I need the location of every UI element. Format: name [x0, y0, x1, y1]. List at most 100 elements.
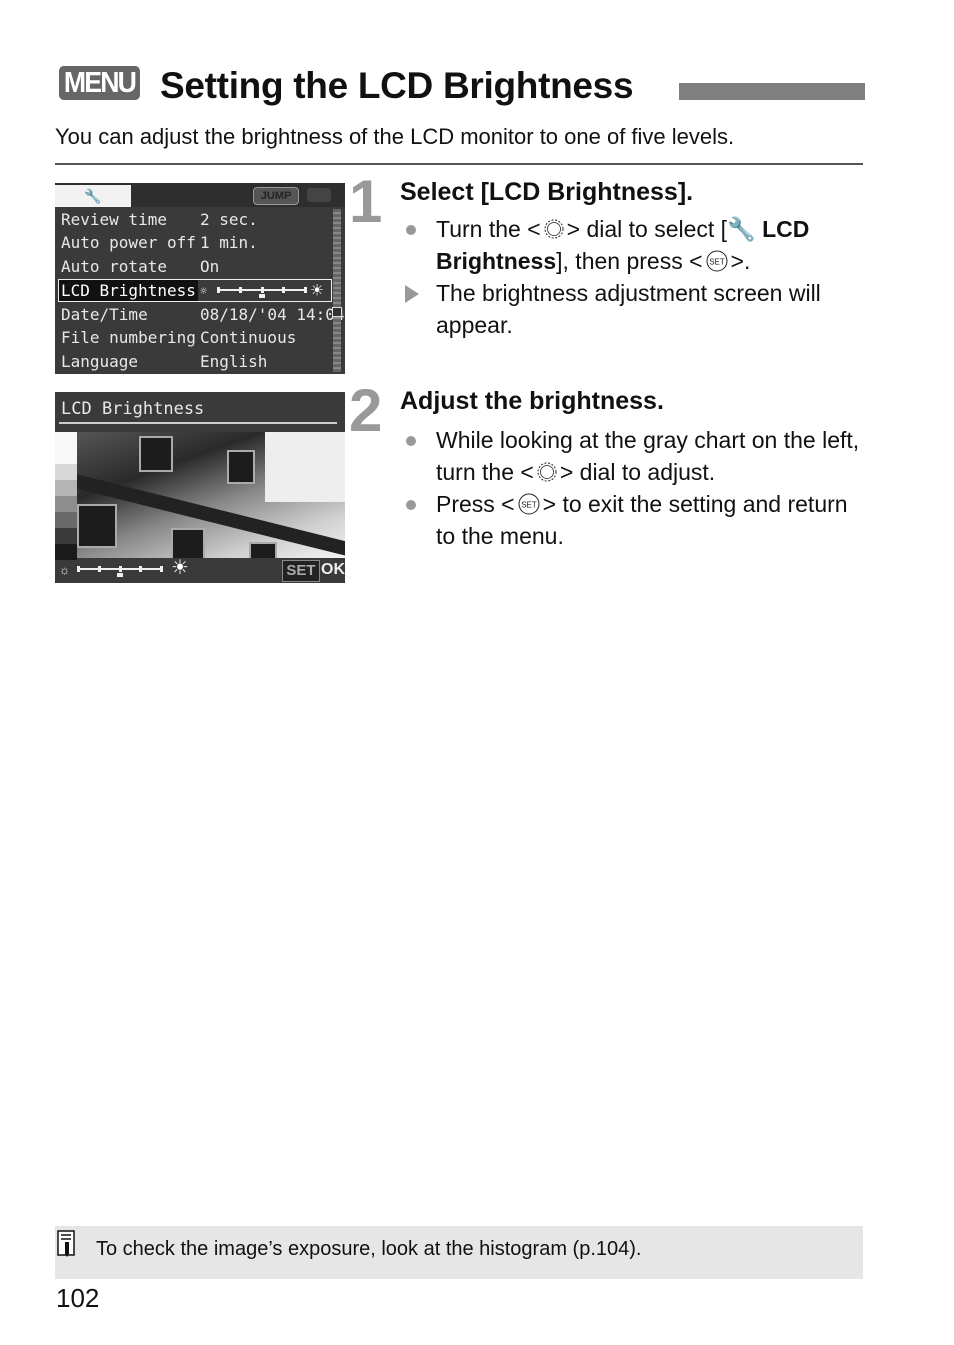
svg-text:SET: SET [709, 258, 725, 267]
menu-row-label: LCD Brightness [59, 280, 198, 301]
title-row: MENU Setting the LCD Brightness [57, 64, 865, 108]
menu-scrollbar [333, 209, 341, 372]
slider-level-marker [259, 294, 265, 298]
gray-chart-band [55, 544, 77, 560]
note-text: To check the image’s exposure, look at t… [96, 1238, 642, 1260]
menu-row-label: Auto rotate [61, 257, 167, 276]
slider-tick [97, 566, 101, 572]
menu-row-label: Review time [61, 210, 167, 229]
slider-tick [304, 287, 307, 293]
lcd-screen-title: LCD Brightness [61, 399, 205, 419]
bullet-text: > dial to select [ [566, 216, 728, 242]
bullet-text: > dial to adjust. [559, 459, 716, 485]
lcd-menu-screenshot: 🔧 JUMP Review time 2 sec. Auto power off… [55, 183, 345, 374]
gray-chart-band [55, 432, 77, 448]
menu-row: File numbering Continuous [59, 326, 331, 349]
photo-window [139, 436, 173, 472]
svg-text:SET: SET [521, 501, 537, 510]
bullet-item: The brightness adjustment screen will ap… [400, 277, 870, 341]
menu-row-value: 1 min. [200, 233, 258, 252]
set-button-icon: SET [706, 250, 728, 272]
photo-window [227, 450, 255, 484]
menu-badge-icon: MENU [59, 66, 140, 100]
jump-button: JUMP [253, 187, 299, 205]
sample-photo [77, 432, 345, 558]
gray-chart-band [55, 480, 77, 496]
main-dial-icon [544, 219, 564, 239]
bullet-text: Press < [436, 491, 515, 517]
menu-tab-bar: 🔧 JUMP [55, 183, 345, 207]
intro-text: You can adjust the brightness of the LCD… [55, 124, 735, 149]
photo-window [171, 528, 205, 558]
note-box: To check the image’s exposure, look at t… [55, 1226, 863, 1279]
set-button-icon: SET [518, 493, 540, 515]
slider-tick [260, 287, 264, 293]
photo-sky [265, 432, 345, 502]
bullet-text: Turn the < [436, 216, 541, 242]
step-heading: Select [LCD Brightness]. [400, 178, 694, 206]
bullet-dot-icon [406, 500, 416, 510]
title-decoration-bar [679, 83, 865, 100]
menu-row: Date/Time 08/18/'04 14:04 [59, 303, 345, 326]
slider-tick [217, 287, 220, 293]
bullet-dot-icon [406, 225, 416, 235]
gray-chart-band [55, 496, 77, 512]
slider-tick [139, 566, 143, 572]
menu-row-label: Language [61, 352, 139, 371]
dim-sun-icon: ☼ [59, 563, 70, 577]
step-number: 2 [349, 377, 383, 444]
step-heading: Adjust the brightness. [400, 387, 664, 415]
menu-row-selected: LCD Brightness ☼ ☀ [58, 279, 332, 302]
step-bullets: While looking at the gray chart on the l… [400, 424, 860, 552]
slider-level-marker [117, 573, 123, 577]
step-number: 1 [349, 168, 383, 235]
bullet-item: While looking at the gray chart on the l… [400, 424, 860, 488]
main-dial-icon [537, 462, 557, 482]
menu-row: Language English [59, 350, 331, 373]
menu-row-label: Auto power off [61, 233, 196, 252]
slider-tick [238, 287, 242, 293]
gray-chart-band [55, 528, 77, 544]
result-arrow-icon [405, 285, 419, 303]
menu-row-value: Continuous [200, 328, 297, 347]
setup-wrench-icon: 🔧 [55, 185, 131, 207]
ok-label: OK [321, 561, 345, 578]
brightness-slider [217, 284, 307, 298]
menu-row: Auto rotate On [59, 255, 331, 278]
menu-row-value: On [200, 257, 220, 276]
memo-pencil-icon [57, 1230, 75, 1257]
bullet-text: >. [730, 248, 751, 274]
lcd-brightness-screenshot: LCD Brightness ☼ ☀ SET OK [55, 392, 345, 583]
menu-row-value: 08/18/'04 14:04 [200, 305, 345, 324]
step-bullets: Turn the < > dial to select [🔧 LCD Bright… [400, 213, 870, 341]
bullet-dot-icon [406, 436, 416, 446]
menu-row: Auto power off 1 min. [59, 231, 331, 254]
bright-sun-icon: ☀ [171, 557, 189, 579]
gray-chart-band [55, 448, 77, 464]
bullet-text: The brightness adjustment screen will ap… [436, 280, 821, 338]
menu-row-label: Date/Time [61, 305, 148, 324]
divider [55, 163, 863, 165]
menu-row: Review time 2 sec. [59, 208, 331, 231]
menu-tab-dim [307, 188, 331, 202]
slider-tick [282, 287, 286, 293]
page-number: 102 [56, 1283, 100, 1313]
gray-chart-band [55, 464, 77, 480]
dim-sun-icon: ☼ [200, 284, 208, 298]
slider-tick [160, 566, 163, 572]
page-title: Setting the LCD Brightness [160, 65, 634, 106]
bright-sun-icon: ☀ [311, 278, 324, 302]
photo-window [77, 504, 117, 548]
menu-scroll-thumb [332, 307, 342, 317]
photo-window [249, 542, 277, 558]
menu-row-value: 2 sec. [200, 210, 258, 229]
setup-wrench-icon: 🔧 [727, 216, 756, 242]
gray-chart [55, 432, 77, 560]
slider-tick [118, 566, 122, 572]
brightness-slider [77, 563, 163, 577]
bullet-item: Turn the < > dial to select [🔧 LCD Bright… [400, 213, 870, 277]
bullet-item: Press < SET > to exit the setting and retu… [400, 488, 860, 552]
menu-row-label: File numbering [61, 328, 196, 347]
bullet-text: ], then press < [556, 248, 703, 274]
gray-chart-band [55, 512, 77, 528]
